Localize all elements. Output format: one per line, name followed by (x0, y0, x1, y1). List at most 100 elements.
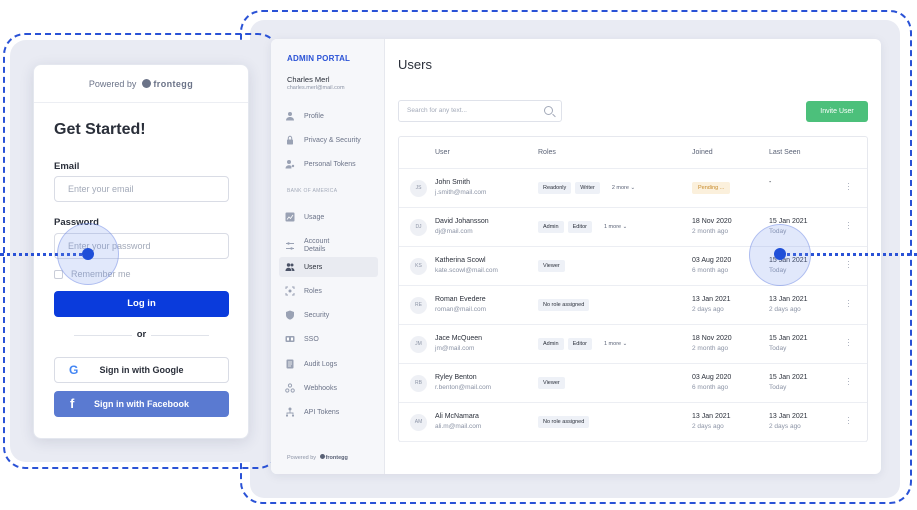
frontegg-logo-icon (142, 79, 152, 89)
column-header-joined[interactable]: Joined (692, 149, 713, 156)
row-menu-icon[interactable]: · · · (847, 297, 850, 311)
login-button[interactable]: Log in (54, 291, 229, 317)
row-menu-icon[interactable]: · · · (847, 375, 850, 389)
google-button-label: Sign in with Google (99, 365, 184, 375)
last-seen-relative: 2 days ago (769, 423, 801, 430)
avatar: DJ (410, 219, 427, 236)
current-user-email: charles.merl@mail.com (287, 85, 345, 91)
avatar: RE (410, 297, 427, 314)
table-row[interactable]: RE Roman Evedere roman@mail.com No role ass… (399, 286, 867, 325)
role-list: No role assigned (538, 416, 593, 428)
table-row[interactable]: JS John Smith j.smith@mail.com Readonly Writ… (399, 169, 867, 208)
last-seen-date: 13 Jan 2021 (769, 296, 808, 303)
sidebar-item-label: SSO (304, 335, 319, 343)
last-seen-date: - (769, 179, 772, 186)
row-menu-icon[interactable]: · · · (847, 336, 850, 350)
email-field[interactable]: Enter your email (54, 176, 229, 202)
role-badge: No role assigned (538, 299, 590, 311)
more-roles-dropdown[interactable]: 1 more ⌄ (604, 341, 627, 347)
sidebar-item-sso[interactable]: SSO (279, 329, 378, 349)
role-list: Admin Editor 1 more ⌄ (538, 338, 627, 350)
joined-date: 13 Jan 2021 (692, 413, 731, 420)
joined-relative: 2 days ago (692, 306, 724, 313)
user-email: r.benton@mail.com (435, 384, 492, 391)
sidebar-item-label: API Tokens (304, 408, 340, 416)
table-row[interactable]: AM Ali McNamara ali.m@mail.com No role assi… (399, 403, 867, 442)
user-name: Jace McQueen (435, 335, 483, 342)
sidebar-item-label: Roles (304, 287, 322, 295)
role-list: Viewer (538, 377, 569, 389)
chart-icon (285, 212, 295, 222)
chevron-down-icon: ⌄ (630, 185, 636, 191)
canvas: ADMIN PORTAL Charles Merl charles.merl@m… (0, 0, 917, 510)
person-key-icon (285, 160, 295, 169)
table-row[interactable]: RB Ryley Benton r.benton@mail.com Viewer 03 … (399, 364, 867, 403)
facebook-icon: f (70, 396, 75, 411)
row-menu-icon[interactable]: · · · (847, 180, 850, 194)
user-name: David Johansson (435, 218, 489, 225)
person-icon (286, 112, 294, 121)
search-input[interactable]: Search for any text... (398, 100, 562, 122)
role-badge: Viewer (538, 377, 565, 389)
joined-relative: 2 month ago (692, 345, 729, 352)
more-roles-dropdown[interactable]: 2 more ⌄ (612, 185, 635, 191)
users-icon (285, 263, 295, 271)
chevron-down-icon: ⌄ (622, 224, 628, 230)
role-badge: Admin (538, 338, 564, 350)
sidebar-item-label: Account Details (304, 238, 330, 253)
invite-user-button[interactable]: Invite User (806, 101, 868, 122)
joined-date: 03 Aug 2020 (692, 257, 732, 264)
more-roles-label: 2 more (611, 185, 629, 191)
status-badge: Pending ... (692, 182, 731, 194)
sidebar-item-profile[interactable]: Profile (279, 106, 378, 126)
user-email: jm@mail.com (435, 345, 475, 352)
sidebar-item-label: Audit Logs (304, 360, 338, 368)
column-header-user[interactable]: User (435, 149, 450, 156)
sidebar-item-roles[interactable]: Roles (279, 281, 378, 301)
user-email: roman@mail.com (435, 306, 487, 313)
sidebar-item-personal-tokens[interactable]: Personal Tokens (279, 154, 378, 174)
cursor-dot-left (82, 248, 94, 260)
login-powered-by: Powered by frontegg (34, 65, 248, 103)
sidebar-item-label: Users (304, 263, 323, 271)
avatar: KS (410, 258, 427, 275)
sidebar-item-privacy-security[interactable]: Privacy & Security (279, 130, 378, 150)
joined-relative: 2 days ago (692, 423, 724, 430)
lock-icon (287, 135, 293, 145)
column-header-roles[interactable]: Roles (538, 149, 556, 156)
column-header-last-seen[interactable]: Last Seen (769, 149, 801, 156)
sso-icon (285, 336, 295, 342)
more-roles-dropdown[interactable]: 1 more ⌄ (604, 224, 627, 230)
login-heading: Get Started! (54, 121, 146, 138)
powered-by-brand: frontegg (153, 79, 194, 89)
sidebar-item-usage[interactable]: Usage (279, 207, 378, 227)
tenant-section-label: BANK OF AMERICA (287, 188, 338, 194)
powered-by-brand: frontegg (325, 455, 348, 461)
sidebar-item-audit-logs[interactable]: Audit Logs (279, 354, 378, 374)
last-seen-date: 15 Jan 2021 (769, 374, 808, 381)
role-badge: Editor (567, 221, 592, 233)
table-row[interactable]: JM Jace McQueen jm@mail.com Admin Editor 1 mo… (399, 325, 867, 364)
google-sign-in-button[interactable]: G Sign in with Google (54, 357, 229, 383)
role-list: Readonly Writer 2 more ⌄ (538, 182, 635, 194)
sidebar-item-users[interactable]: Users (279, 257, 378, 277)
role-list: Admin Editor 1 more ⌄ (538, 221, 627, 233)
row-menu-icon[interactable]: · · · (847, 414, 850, 428)
row-menu-icon[interactable]: · · · (847, 219, 850, 233)
sidebar-item-label: Usage (304, 213, 325, 221)
avatar: AM (410, 414, 427, 431)
sidebar-item-account-details[interactable]: Account Details (279, 235, 378, 257)
user-name: Roman Evedere (435, 296, 486, 303)
more-roles-label: 1 more (603, 341, 622, 347)
joined-date: 03 Aug 2020 (692, 374, 732, 381)
portal-title: ADMIN PORTAL (287, 54, 351, 63)
joined-date: 13 Jan 2021 (692, 296, 731, 303)
sidebar-item-label: Webhooks (304, 384, 337, 392)
sidebar-item-api-tokens[interactable]: API Tokens (279, 402, 378, 422)
sidebar-item-security[interactable]: Security (279, 305, 378, 325)
powered-by-footer: Powered by frontegg (287, 454, 348, 461)
sidebar-item-webhooks[interactable]: Webhooks (279, 378, 378, 398)
search-icon[interactable] (544, 106, 553, 115)
facebook-sign-in-button[interactable]: f Sign in with Facebook (54, 391, 229, 417)
row-menu-icon[interactable]: · · · (847, 258, 850, 272)
